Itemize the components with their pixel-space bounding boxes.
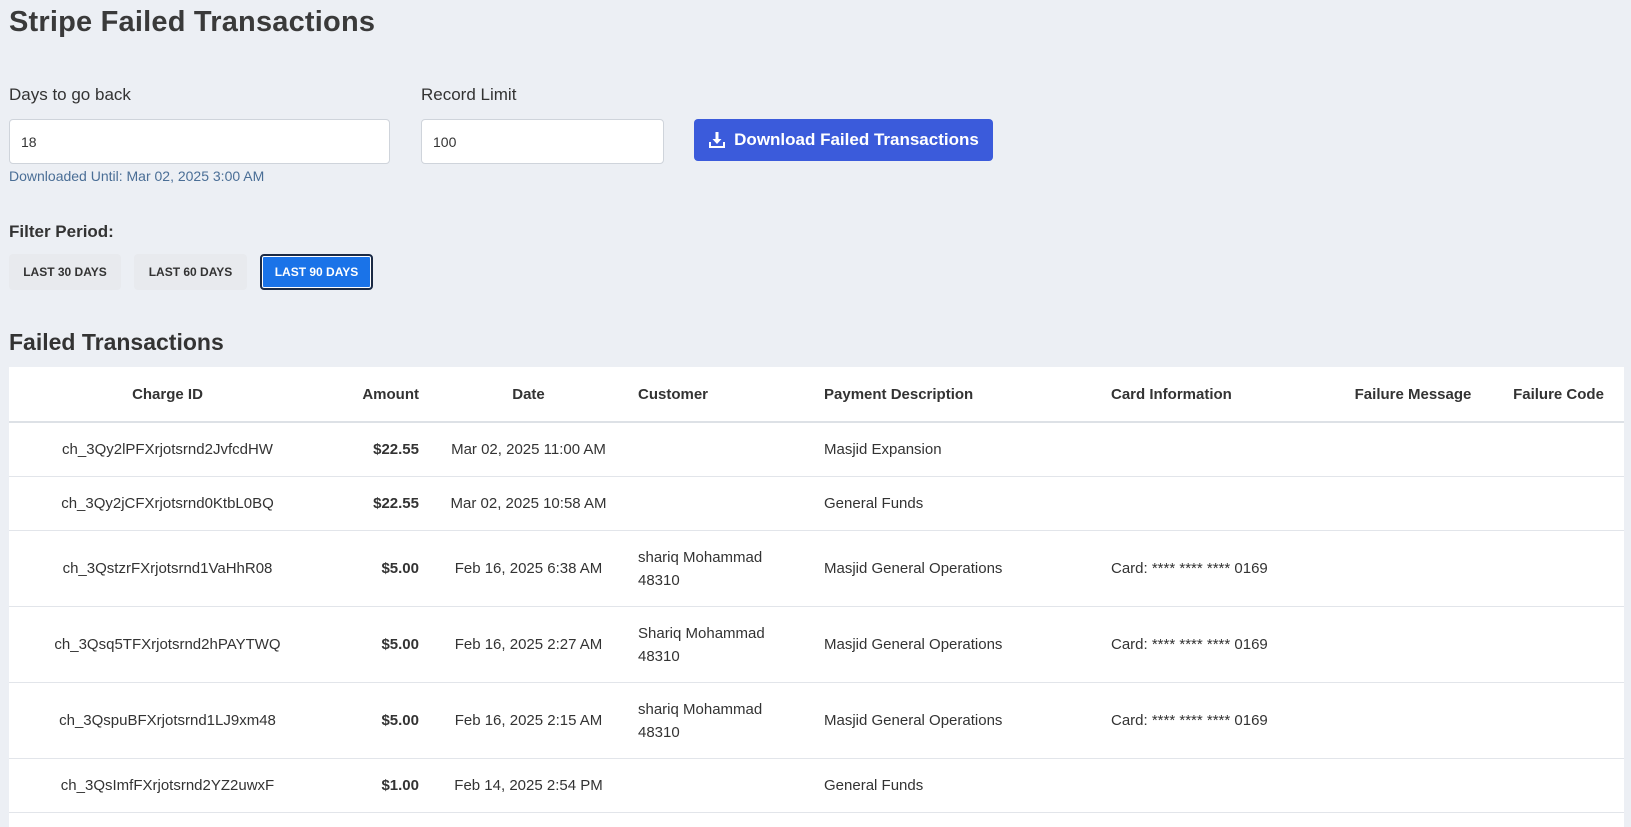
card-cell (1103, 476, 1333, 531)
col-failure-code[interactable]: Failure Code (1493, 367, 1624, 423)
days-input[interactable] (9, 119, 390, 164)
failure-message-cell (1333, 758, 1493, 813)
table-header-row: Charge ID Amount Date Customer Payment D… (9, 367, 1624, 423)
customer-name: shariq Mohammad (638, 548, 763, 566)
filter-last-60-days[interactable]: Last 60 Days (134, 254, 247, 290)
description-cell: General Funds (816, 476, 1103, 531)
col-charge-id[interactable]: Charge ID (9, 367, 326, 423)
failure-code-cell (1493, 530, 1624, 607)
download-icon (708, 131, 726, 149)
customer-name: Shariq Mohammad (638, 624, 765, 642)
record-limit-input[interactable] (421, 119, 664, 164)
col-amount[interactable]: Amount (326, 367, 427, 423)
failure-message-cell (1333, 606, 1493, 683)
record-limit-label: Record Limit (421, 85, 517, 104)
table-row: ch_3QspuBFXrjotsrnd1LJ9xm48 $5.00 Feb 16… (9, 682, 1624, 759)
customer-cell: shariq Mohammad 48310 (630, 682, 816, 759)
customer-cell: shariq Mohammad 48310 (630, 530, 816, 607)
filter-last-30-days[interactable]: Last 30 Days (9, 254, 121, 290)
card-cell: Card: **** **** **** 0169 (1103, 606, 1333, 683)
customer-cell (630, 758, 816, 813)
amount-cell: $1.00 (326, 758, 427, 813)
downloaded-until-text: Downloaded Until: Mar 02, 2025 3:00 AM (9, 168, 265, 184)
failed-transactions-title: Failed Transactions (9, 329, 224, 355)
col-card-information[interactable]: Card Information (1103, 367, 1333, 423)
failure-code-cell (1493, 758, 1624, 813)
filter-last-90-days[interactable]: Last 90 Days (260, 254, 373, 290)
date-cell: Feb 16, 2025 6:38 AM (427, 530, 630, 607)
download-failed-transactions-button[interactable]: Download Failed Transactions (694, 119, 993, 161)
date-cell: Feb 16, 2025 2:27 AM (427, 606, 630, 683)
failure-message-cell (1333, 530, 1493, 607)
col-failure-message[interactable]: Failure Message (1333, 367, 1493, 423)
filter-period-label: Filter Period: (9, 222, 114, 241)
description-cell: Masjid General Operations (816, 682, 1103, 759)
failure-code-cell (1493, 606, 1624, 683)
amount-cell: $22.55 (326, 476, 427, 531)
card-cell: Card: **** **** **** 0169 (1103, 682, 1333, 759)
amount-cell: $5.00 (326, 606, 427, 683)
customer-cell (630, 422, 816, 477)
amount-cell: $5.00 (326, 682, 427, 759)
customer-name: shariq Mohammad (638, 700, 763, 718)
customer-cell (630, 476, 816, 531)
date-cell: Feb 16, 2025 2:15 AM (427, 682, 630, 759)
description-cell: General Funds (816, 758, 1103, 813)
charge-id-cell: ch_3Qsq5TFXrjotsrnd2hPAYTWQ (9, 606, 326, 683)
charge-id-cell: ch_3QstzrFXrjotsrnd1VaHhR08 (9, 530, 326, 607)
card-cell (1103, 422, 1333, 477)
failed-transactions-table: Charge ID Amount Date Customer Payment D… (9, 367, 1624, 827)
description-cell: Masjid Expansion (816, 422, 1103, 477)
failure-message-cell (1333, 476, 1493, 531)
card-cell (1103, 758, 1333, 813)
charge-id-cell: ch_3QsImfFXrjotsrnd2YZ2uwxF (9, 758, 326, 813)
description-cell: Masjid General Operations (816, 530, 1103, 607)
date-cell: Mar 02, 2025 10:58 AM (427, 476, 630, 531)
date-cell: Feb 14, 2025 2:54 PM (427, 758, 630, 813)
customer-cell: Shariq Mohammad 48310 (630, 606, 816, 683)
col-customer[interactable]: Customer (630, 367, 816, 423)
table-row: ch_3QsImfFXrjotsrnd2YZ2uwxF $1.00 Feb 14… (9, 758, 1624, 813)
amount-cell: $22.55 (326, 422, 427, 477)
charge-id-cell: ch_3Qy2lPFXrjotsrnd2JvfcdHW (9, 422, 326, 477)
days-label: Days to go back (9, 85, 131, 104)
failure-message-cell (1333, 682, 1493, 759)
customer-zip: 48310 (638, 647, 680, 665)
description-cell: Masjid General Operations (816, 606, 1103, 683)
customer-zip: 48310 (638, 723, 680, 741)
table-row: ch_3Qy2lPFXrjotsrnd2JvfcdHW $22.55 Mar 0… (9, 422, 1624, 477)
date-cell: Mar 02, 2025 11:00 AM (427, 422, 630, 477)
table-row: ch_3Qy2jCFXrjotsrnd0KtbL0BQ $22.55 Mar 0… (9, 476, 1624, 531)
table-row: ch_3Qsq5TFXrjotsrnd2hPAYTWQ $5.00 Feb 16… (9, 606, 1624, 683)
page-title: Stripe Failed Transactions (9, 6, 376, 38)
table-row: ch_3QstzrFXrjotsrnd1VaHhR08 $5.00 Feb 16… (9, 530, 1624, 607)
amount-cell: $5.00 (326, 530, 427, 607)
charge-id-cell: ch_3QspuBFXrjotsrnd1LJ9xm48 (9, 682, 326, 759)
charge-id-cell: ch_3Qy2jCFXrjotsrnd0KtbL0BQ (9, 476, 326, 531)
failure-code-cell (1493, 682, 1624, 759)
failure-message-cell (1333, 422, 1493, 477)
customer-zip: 48310 (638, 571, 680, 589)
col-date[interactable]: Date (427, 367, 630, 423)
download-button-label: Download Failed Transactions (734, 130, 979, 149)
card-cell: Card: **** **** **** 0169 (1103, 530, 1333, 607)
failure-code-cell (1493, 422, 1624, 477)
failure-code-cell (1493, 476, 1624, 531)
col-payment-description[interactable]: Payment Description (816, 367, 1103, 423)
